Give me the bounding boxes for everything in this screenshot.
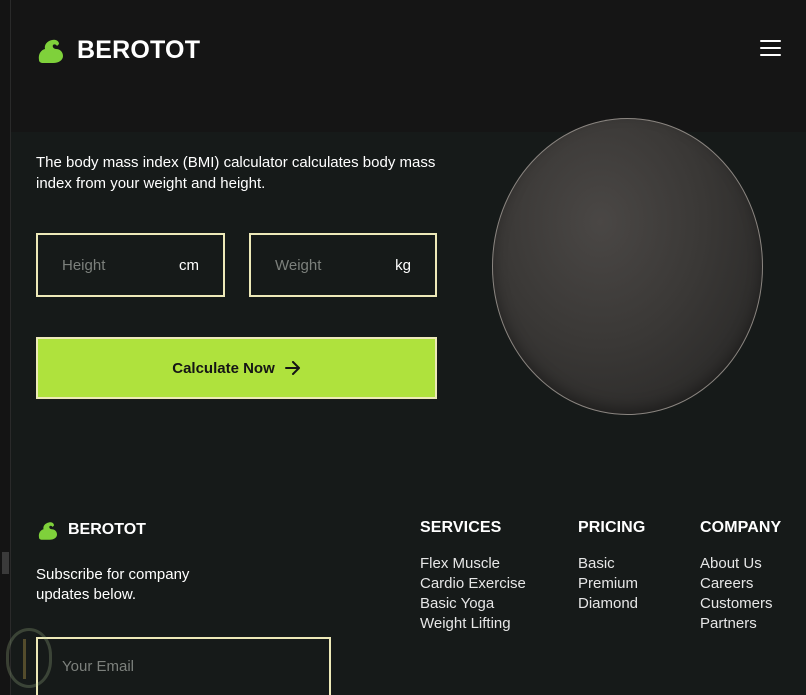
- weight-unit-label: kg: [395, 256, 411, 274]
- footer-link-partners[interactable]: Partners: [700, 614, 781, 634]
- calculate-button-label: Calculate Now: [172, 359, 275, 377]
- height-field[interactable]: cm: [36, 233, 225, 297]
- footer-link-cardio-exercise[interactable]: Cardio Exercise: [420, 574, 526, 594]
- height-input[interactable]: [62, 256, 152, 274]
- footer-link-flex-muscle[interactable]: Flex Muscle: [420, 554, 526, 574]
- footer-brand-name: BEROTOT: [68, 521, 146, 538]
- footer-column-title: SERVICES: [420, 519, 502, 536]
- hamburger-icon-bar: [760, 54, 781, 56]
- top-navbar: BEROTOT: [11, 0, 806, 132]
- scrollbar-thumb[interactable]: [2, 552, 9, 574]
- footer-link-basic-yoga[interactable]: Basic Yoga: [420, 594, 526, 614]
- watermark-logo: [6, 628, 52, 688]
- footer-column-pricing: PRICING Basic Premium Diamond: [578, 519, 645, 614]
- flexed-arm-icon: [38, 39, 63, 63]
- footer-column-company: COMPANY About Us Careers Customers Partn…: [700, 519, 781, 634]
- decorative-sphere-image: [492, 118, 763, 415]
- weight-field[interactable]: kg: [249, 233, 437, 297]
- email-input[interactable]: [62, 657, 305, 675]
- hamburger-menu-button[interactable]: [760, 40, 781, 60]
- subscribe-text: Subscribe for company updates below.: [36, 566, 190, 603]
- footer-link-premium[interactable]: Premium: [578, 574, 645, 594]
- page: BEROTOT The body mass index (BMI) calcul…: [0, 0, 806, 695]
- bmi-description: The body mass index (BMI) calculator cal…: [36, 154, 436, 192]
- footer-brand-logo[interactable]: BEROTOT: [36, 518, 146, 542]
- footer-link-customers[interactable]: Customers: [700, 594, 781, 614]
- height-unit-label: cm: [179, 256, 199, 274]
- footer-column-title: COMPANY: [700, 519, 782, 536]
- calculate-now-button[interactable]: Calculate Now: [36, 337, 437, 399]
- footer-link-basic[interactable]: Basic: [578, 554, 645, 574]
- hamburger-icon-bar: [760, 40, 781, 42]
- weight-input[interactable]: [275, 256, 365, 274]
- flexed-arm-icon: [38, 522, 57, 540]
- arrow-right-icon: [284, 361, 300, 375]
- footer-link-diamond[interactable]: Diamond: [578, 594, 645, 614]
- footer-column-services: SERVICES Flex Muscle Cardio Exercise Bas…: [420, 519, 526, 634]
- footer-link-about-us[interactable]: About Us: [700, 554, 781, 574]
- footer-link-weight-lifting[interactable]: Weight Lifting: [420, 614, 526, 634]
- footer-column-title: PRICING: [578, 519, 646, 536]
- brand-name: BEROTOT: [77, 35, 201, 64]
- side-scrollbar[interactable]: [0, 0, 11, 695]
- brand-logo[interactable]: BEROTOT: [35, 34, 200, 66]
- footer-link-careers[interactable]: Careers: [700, 574, 781, 594]
- email-field[interactable]: [36, 637, 331, 695]
- hamburger-icon-bar: [760, 47, 781, 49]
